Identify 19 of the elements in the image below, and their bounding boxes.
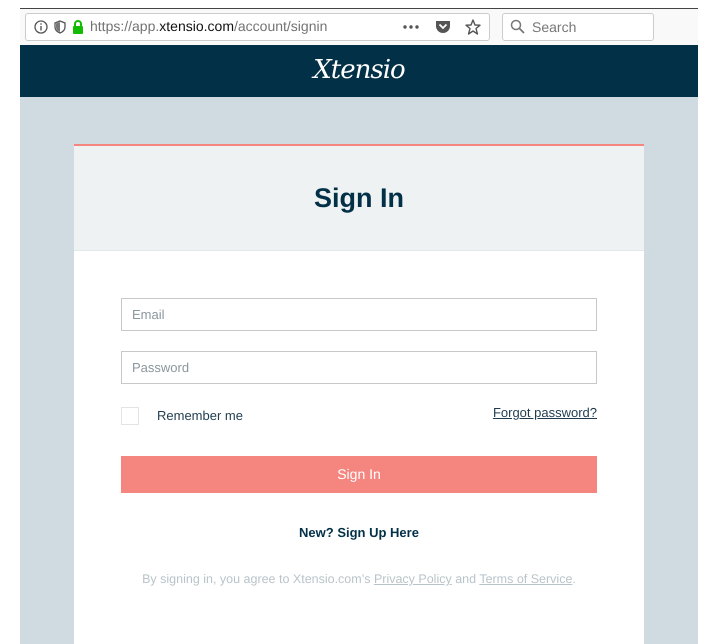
card-title: Sign In (314, 182, 404, 215)
checkbox-label[interactable]: Remember me (157, 406, 243, 426)
shield-icon[interactable] (54, 20, 66, 34)
address-bar[interactable]: https://app.xtensio.com/account/signin (25, 12, 490, 41)
info-icon[interactable] (34, 20, 48, 34)
terms-notice: By signing in, you agree to Xtensio.com’s Privacy Policy and Terms of Service. (142, 571, 576, 588)
checkbox[interactable] (121, 406, 139, 425)
email-field[interactable]: Email (121, 298, 597, 331)
star-icon[interactable] (465, 18, 481, 35)
password-field[interactable]: Password (121, 351, 597, 384)
sign-up-link[interactable]: New? Sign Up Here (299, 522, 419, 542)
url-text[interactable]: https://app.xtensio.com/account/signin (90, 16, 328, 38)
search-field[interactable]: Search (502, 12, 654, 41)
more-icon[interactable] (403, 24, 419, 29)
logo[interactable]: Xtensio (313, 51, 405, 90)
forgot-password-link[interactable]: Forgot password? (492, 403, 597, 422)
search-icon (510, 18, 525, 34)
lock-icon[interactable] (72, 20, 84, 34)
pocket-icon[interactable] (435, 19, 451, 34)
